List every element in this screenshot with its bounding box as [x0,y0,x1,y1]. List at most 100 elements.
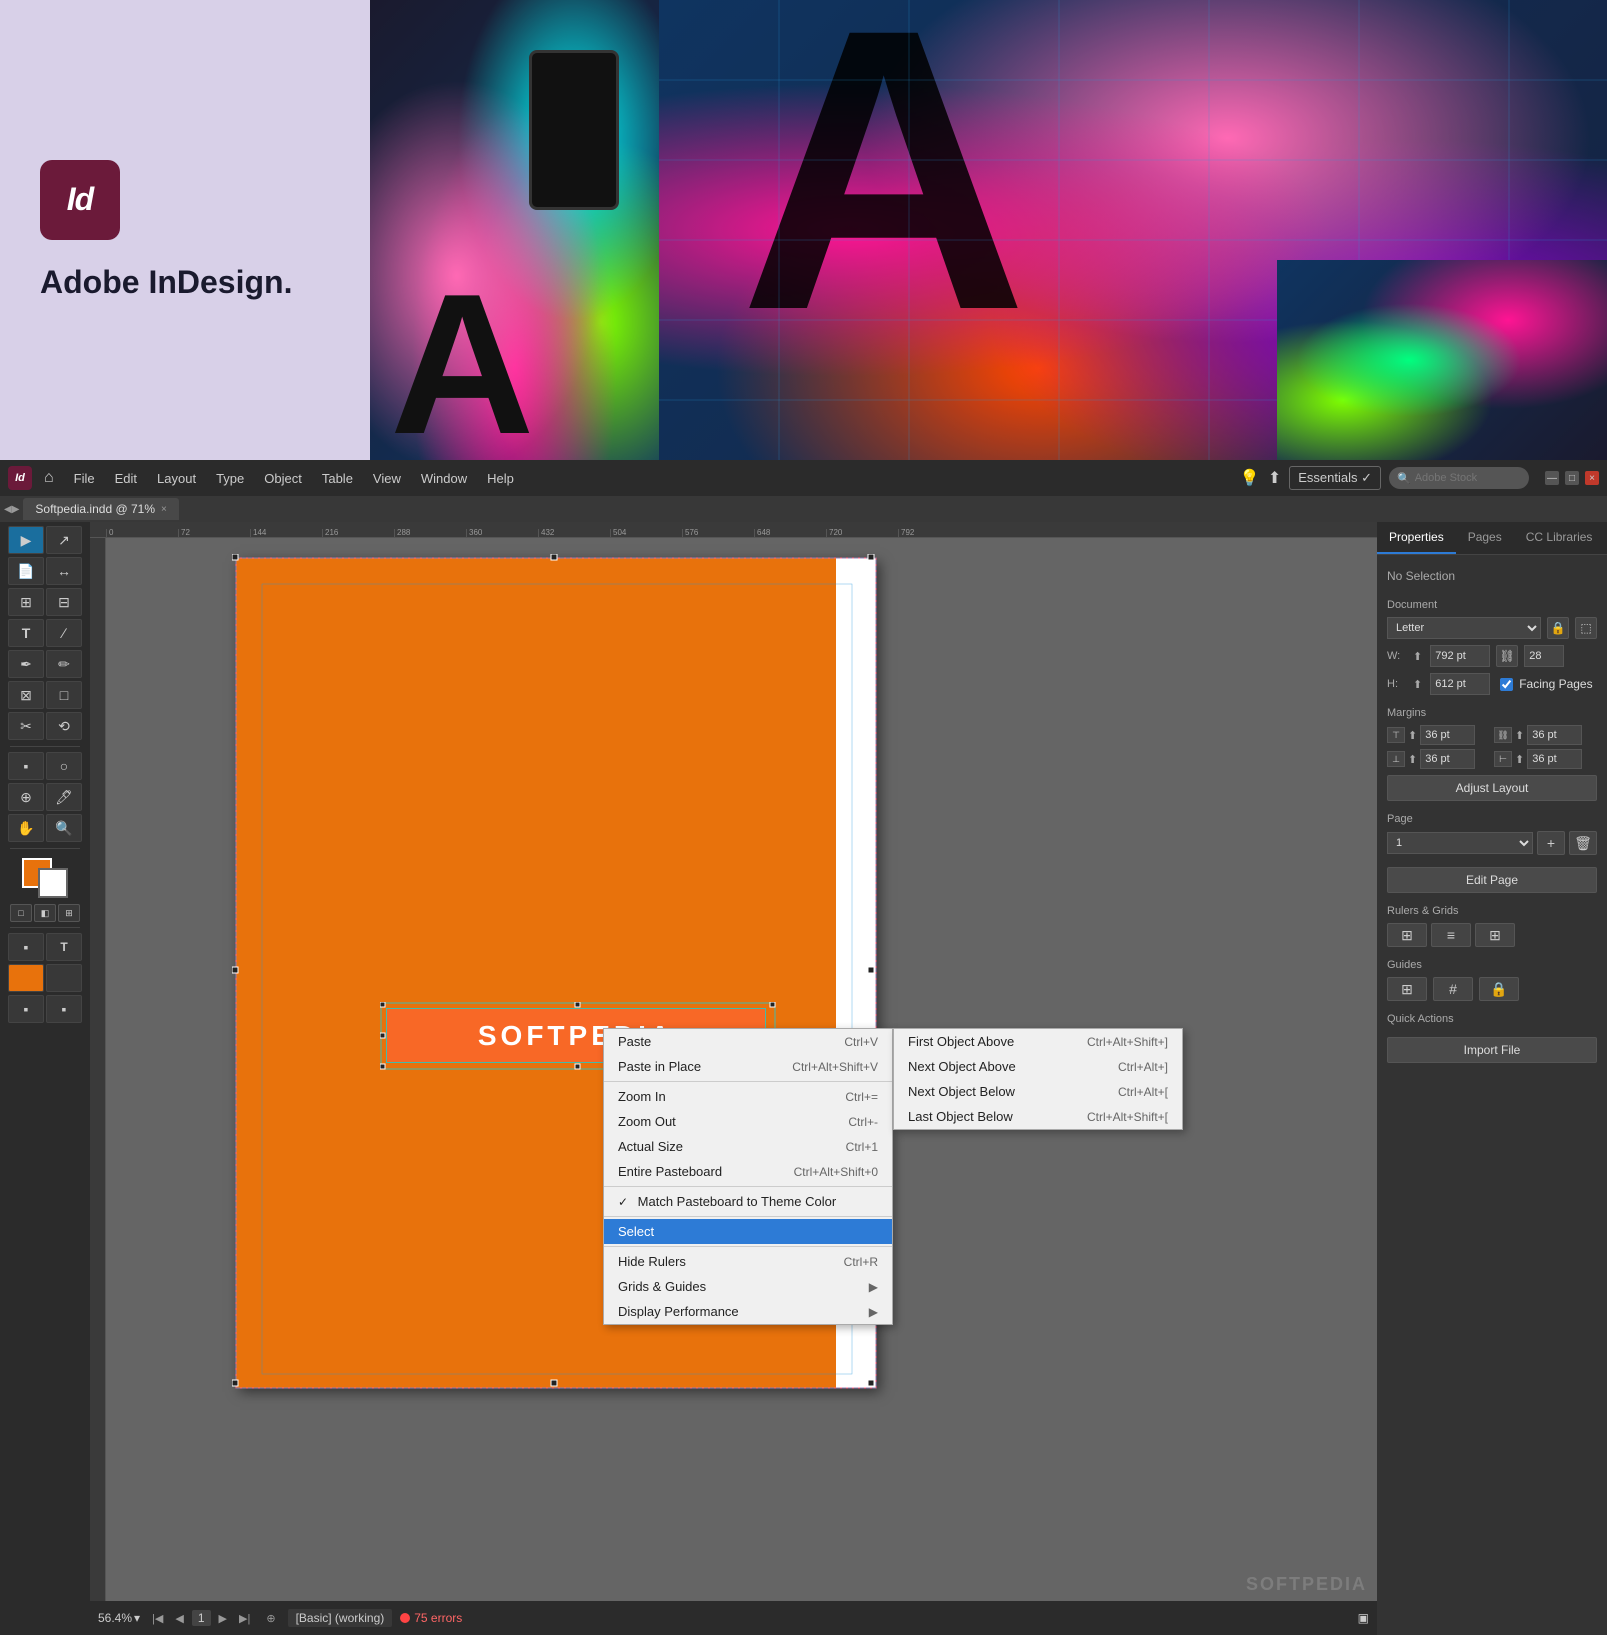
submenu-next-below[interactable]: Next Object Below Ctrl+Alt+[ [894,1079,1182,1104]
pages-input[interactable] [1524,645,1564,667]
errors-indicator[interactable]: 75 errors [400,1611,462,1625]
submenu-last-below[interactable]: Last Object Below Ctrl+Alt+Shift+[ [894,1104,1182,1129]
minimize-button[interactable]: — [1545,471,1559,485]
ctx-match-pasteboard[interactable]: ✓ Match Pasteboard to Theme Color [604,1189,892,1214]
content-tool[interactable]: ⊞ [8,588,44,616]
lock-icon-btn[interactable]: 🔒 [1547,617,1569,639]
document-tab[interactable]: Softpedia.indd @ 71% × [23,498,178,520]
free-transform-tool[interactable]: ⊕ [8,783,44,811]
prev-page-btn[interactable]: ◀ [171,1610,187,1627]
current-page[interactable]: 1 [192,1610,211,1626]
normal-mode-btn[interactable]: □ [10,904,32,922]
guides-btn[interactable]: # [1433,977,1473,1001]
menu-type[interactable]: Type [208,467,252,490]
stroke-tool[interactable] [46,964,82,992]
menu-edit[interactable]: Edit [107,467,145,490]
margin-left-input[interactable] [1527,749,1582,769]
content-collector[interactable]: ⊟ [46,588,82,616]
rectangle2-tool[interactable]: ▪ [8,752,44,780]
scheme-indicator[interactable]: [Basic] (working) [288,1609,393,1627]
pen-tool[interactable]: ✒ [8,650,44,678]
ctx-entire-pasteboard[interactable]: Entire Pasteboard Ctrl+Alt+Shift+0 [604,1159,892,1184]
search-input[interactable] [1415,472,1515,484]
margin-right-input[interactable] [1527,725,1582,745]
ctx-grids-guides[interactable]: Grids & Guides ▶ [604,1274,892,1299]
ctx-select[interactable]: Select [604,1219,892,1244]
new-page-btn[interactable]: + [1537,831,1565,855]
placeholder2-tool[interactable]: ▪ [8,995,44,1023]
lightbulb-icon[interactable]: 💡 [1240,468,1260,488]
orientation-icon-btn[interactable]: ⬚ [1575,617,1597,639]
ctx-paste-in-place[interactable]: Paste in Place Ctrl+Alt+Shift+V [604,1054,892,1079]
eyedropper-tool[interactable]: 🖊 [46,783,82,811]
margin-bottom-input[interactable] [1420,749,1475,769]
placeholder1-tool[interactable]: ▪ [8,933,44,961]
gap-tool[interactable]: ↔ [46,557,82,585]
type-on-path-tool[interactable]: ∕ [46,619,82,647]
menu-object[interactable]: Object [256,467,310,490]
background-swatch[interactable] [38,868,68,898]
height-input[interactable] [1430,673,1490,695]
ctx-zoom-out[interactable]: Zoom Out Ctrl+- [604,1109,892,1134]
menu-view[interactable]: View [365,467,409,490]
chain-icon-btn[interactable]: ⛓ [1496,645,1518,667]
pencil-tool[interactable]: ✏ [46,650,82,678]
tab-scroll-arrows[interactable]: ◀▶ [4,504,19,515]
share-icon[interactable]: ⬆ [1268,468,1281,488]
ctx-hide-rulers[interactable]: Hide Rulers Ctrl+R [604,1249,892,1274]
lock-guides-btn[interactable]: 🔒 [1479,977,1519,1001]
tab-pages[interactable]: Pages [1456,522,1514,554]
ctx-display-performance[interactable]: Display Performance ▶ [604,1299,892,1324]
edit-page-button[interactable]: Edit Page [1387,867,1597,893]
fill-tool[interactable] [8,964,44,992]
delete-page-btn[interactable]: 🗑 [1569,831,1597,855]
submenu-first-above[interactable]: First Object Above Ctrl+Alt+Shift+] [894,1029,1182,1054]
rulers-btn[interactable]: ⊞ [1387,923,1427,947]
document-preset-select[interactable]: Letter [1387,617,1541,639]
submenu-next-above[interactable]: Next Object Above Ctrl+Alt+] [894,1054,1182,1079]
ctx-actual-size[interactable]: Actual Size Ctrl+1 [604,1134,892,1159]
transform-tool[interactable]: ⟲ [46,712,82,740]
tab-cc-libraries[interactable]: CC Libraries [1514,522,1605,554]
document-grid-btn[interactable]: ⊞ [1475,923,1515,947]
smart-guides-btn[interactable]: ⊞ [1387,977,1427,1001]
type-tool[interactable]: T [8,619,44,647]
tab-properties[interactable]: Properties [1377,522,1456,554]
last-page-btn[interactable]: ▶| [235,1610,254,1627]
menu-window[interactable]: Window [413,467,475,490]
first-page-btn[interactable]: |◀ [148,1610,167,1627]
baseline-grid-btn[interactable]: ≡ [1431,923,1471,947]
tab-close-button[interactable]: × [161,504,167,515]
close-button[interactable]: × [1585,471,1599,485]
direct-selection-tool[interactable]: ↗ [46,526,82,554]
adjust-layout-button[interactable]: Adjust Layout [1387,775,1597,801]
facing-pages-checkbox[interactable] [1500,678,1513,691]
page-select[interactable]: 1 [1387,832,1533,854]
placeholder3-tool[interactable]: ▪ [46,995,82,1023]
margin-chain-icon[interactable]: ⛓ [1494,727,1512,743]
ctx-paste[interactable]: Paste Ctrl+V [604,1029,892,1054]
menu-help[interactable]: Help [479,467,522,490]
zoom-tool[interactable]: 🔍 [46,814,82,842]
text-frame-tool[interactable]: T [46,933,82,961]
menu-table[interactable]: Table [314,467,361,490]
next-page-btn[interactable]: ▶ [215,1610,231,1627]
add-page-btn[interactable]: ⊕ [262,1610,279,1627]
menu-layout[interactable]: Layout [149,467,204,490]
bleed-mode-btn[interactable]: ⊞ [58,904,80,922]
import-file-button[interactable]: Import File [1387,1037,1597,1063]
rectangle-tool[interactable]: □ [46,681,82,709]
scissors-tool[interactable]: ✂ [8,712,44,740]
zoom-control[interactable]: 56.4% ▾ [98,1611,140,1625]
menu-file[interactable]: File [66,467,103,490]
ellipse-tool[interactable]: ○ [46,752,82,780]
home-icon[interactable]: ⌂ [44,469,54,487]
essentials-button[interactable]: Essentials ✓ [1289,466,1381,490]
hand-tool[interactable]: ✋ [8,814,44,842]
canvas-area[interactable]: 0 72 144 216 288 360 432 504 576 648 720… [90,522,1377,1635]
width-input[interactable] [1430,645,1490,667]
rectangle-frame-tool[interactable]: ⊠ [8,681,44,709]
selection-tool[interactable]: ▶ [8,526,44,554]
preview-mode-btn[interactable]: ◧ [34,904,56,922]
margin-top-input[interactable] [1420,725,1475,745]
